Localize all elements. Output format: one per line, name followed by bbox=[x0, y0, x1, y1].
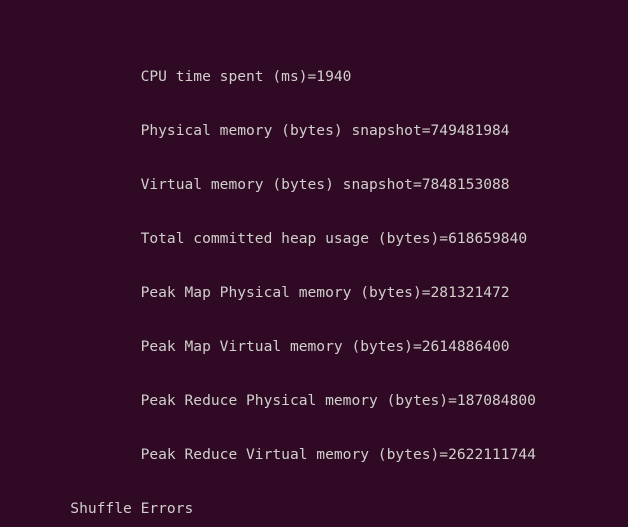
terminal-screen: CPU time spent (ms)=1940 Physical memory… bbox=[0, 0, 628, 527]
counter-line: Total committed heap usage (bytes)=61865… bbox=[0, 230, 528, 247]
terminal-window[interactable]: CPU time spent (ms)=1940 Physical memory… bbox=[0, 0, 628, 527]
counter-line: CPU time spent (ms)=1940 bbox=[0, 68, 352, 85]
counter-line: Peak Map Physical memory (bytes)=2813214… bbox=[0, 284, 510, 301]
counter-line: Virtual memory (bytes) snapshot=78481530… bbox=[0, 176, 510, 193]
counter-line: Peak Reduce Physical memory (bytes)=1870… bbox=[0, 392, 536, 409]
counter-group-header: Shuffle Errors bbox=[0, 500, 194, 517]
counter-line: Peak Map Virtual memory (bytes)=26148864… bbox=[0, 338, 510, 355]
counter-line: Peak Reduce Virtual memory (bytes)=26221… bbox=[0, 446, 536, 463]
counter-line: Physical memory (bytes) snapshot=7494819… bbox=[0, 122, 510, 139]
